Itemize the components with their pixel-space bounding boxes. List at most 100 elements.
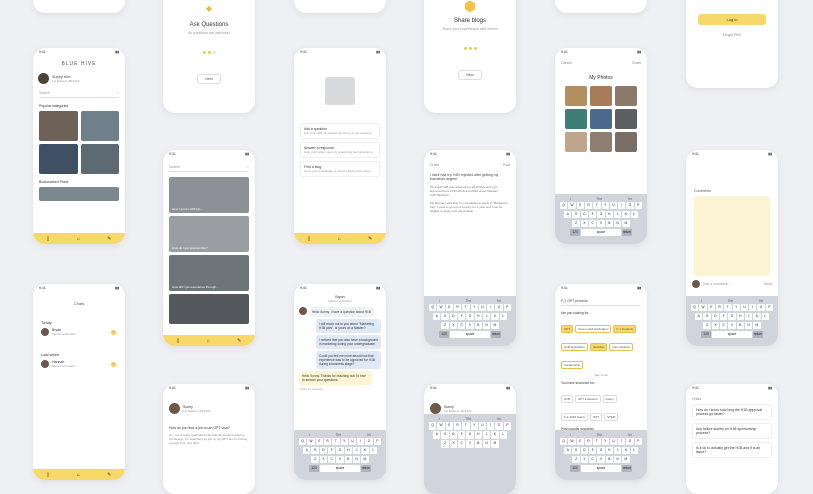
key[interactable]: D: [449, 312, 458, 321]
key[interactable]: C: [458, 321, 466, 330]
key[interactable]: L: [630, 210, 638, 219]
key[interactable]: U: [609, 201, 618, 210]
key[interactable]: O: [495, 303, 503, 312]
key[interactable]: M: [753, 321, 761, 330]
search-input[interactable]: Search ⌕: [39, 91, 119, 98]
key[interactable]: P: [503, 422, 511, 430]
edit-icon[interactable]: ✎: [107, 236, 111, 242]
filter-chip[interactable]: immunization: [609, 343, 634, 351]
howto-card[interactable]: Answer a response Help your fellow users …: [300, 142, 380, 158]
key[interactable]: I: [749, 303, 757, 312]
key[interactable]: Z: [572, 455, 580, 464]
key[interactable]: F: [328, 446, 336, 455]
key[interactable]: Y: [732, 303, 740, 312]
key[interactable]: G: [466, 431, 474, 439]
key[interactable]: O: [495, 422, 503, 430]
key[interactable]: C: [720, 321, 728, 330]
key[interactable]: I: [487, 422, 495, 430]
key[interactable]: Y: [601, 437, 609, 446]
photo-thumb[interactable]: [565, 109, 587, 129]
back-link[interactable]: Chats: [430, 163, 439, 167]
faq-card[interactable]: Any failure stories on H1B sponsorship p…: [692, 423, 772, 439]
category-tile[interactable]: [39, 111, 78, 141]
key[interactable]: X: [711, 321, 720, 330]
search-tag[interactable]: F-1 2019 status: [561, 413, 588, 421]
key[interactable]: Q: [299, 437, 307, 446]
key[interactable]: D: [580, 210, 589, 219]
filter-chip[interactable]: F-1 students: [613, 325, 637, 333]
key[interactable]: I: [618, 201, 626, 210]
key[interactable]: T: [462, 303, 470, 312]
key[interactable]: E: [576, 201, 584, 210]
key[interactable]: T: [593, 201, 601, 210]
faq-card[interactable]: How do I know how long the H1B approval …: [692, 404, 772, 420]
key[interactable]: B: [474, 321, 482, 330]
key[interactable]: M: [622, 455, 630, 464]
howto-card[interactable]: Find a blog Grow your knowledge of variou…: [300, 161, 380, 177]
key[interactable]: X: [580, 219, 589, 228]
feed-card[interactable]: How do I get sponsorship?: [169, 216, 249, 252]
filter-chip[interactable]: residentship: [561, 361, 584, 369]
edit-icon[interactable]: ✎: [368, 236, 372, 242]
key[interactable]: V: [597, 455, 605, 464]
key[interactable]: S: [572, 446, 580, 455]
key[interactable]: W: [699, 303, 707, 312]
key[interactable]: P: [634, 437, 642, 446]
key[interactable]: B: [736, 321, 744, 330]
home-icon[interactable]: ⌂: [77, 472, 80, 478]
key[interactable]: S: [572, 210, 580, 219]
key[interactable]: X: [449, 440, 458, 448]
key[interactable]: W: [437, 422, 445, 430]
avatar[interactable]: [38, 73, 49, 84]
chat-item[interactable]: Hannah Mentor at Fintech: [41, 360, 117, 368]
phone-icon[interactable]: ▯: [308, 236, 311, 242]
key[interactable]: T: [462, 422, 470, 430]
key[interactable]: O: [626, 201, 634, 210]
key[interactable]: K: [622, 446, 630, 455]
photo-thumb[interactable]: [615, 132, 637, 152]
key[interactable]: O: [365, 437, 373, 446]
key[interactable]: P: [373, 437, 381, 446]
chat-item[interactable]: Bryan Mentor at Bumble: [41, 328, 117, 336]
key[interactable]: T: [332, 437, 340, 446]
key[interactable]: L: [630, 446, 638, 455]
next-button[interactable]: Next: [458, 70, 482, 80]
key[interactable]: C: [328, 455, 336, 464]
key[interactable]: V: [466, 321, 474, 330]
key[interactable]: Q: [691, 303, 699, 312]
feed-card[interactable]: How did I get experience through...: [169, 255, 249, 291]
key[interactable]: V: [466, 440, 474, 448]
search-tag[interactable]: OPT extension: [574, 395, 601, 403]
key[interactable]: M: [491, 440, 499, 448]
key[interactable]: O: [626, 437, 634, 446]
search-input[interactable]: Search ⌕: [169, 165, 249, 172]
key[interactable]: H: [474, 312, 482, 321]
key[interactable]: W: [307, 437, 315, 446]
photo-thumb[interactable]: [615, 109, 637, 129]
search-tag[interactable]: lottery: [602, 395, 617, 403]
feed-card[interactable]: [169, 294, 249, 324]
search-tag[interactable]: H1B: [561, 395, 573, 403]
key[interactable]: U: [348, 437, 357, 446]
key[interactable]: A: [303, 446, 311, 455]
key[interactable]: H: [605, 446, 613, 455]
edit-icon[interactable]: ✎: [107, 472, 111, 478]
back-link[interactable]: Chats: [692, 397, 772, 401]
home-icon[interactable]: ⌂: [77, 236, 80, 242]
key[interactable]: S: [441, 431, 449, 439]
photo-thumb[interactable]: [590, 86, 612, 106]
key[interactable]: L: [499, 431, 507, 439]
key[interactable]: R: [453, 303, 462, 312]
forgot-pin-link[interactable]: Forgot PIN?: [686, 33, 778, 37]
key[interactable]: Y: [340, 437, 348, 446]
key[interactable]: H: [605, 210, 613, 219]
key[interactable]: L: [369, 446, 377, 455]
key[interactable]: Y: [470, 422, 478, 430]
home-icon[interactable]: ⌂: [207, 338, 210, 344]
key[interactable]: U: [609, 437, 618, 446]
key[interactable]: J: [613, 446, 622, 455]
comment-input[interactable]: Add a comment...: [703, 282, 761, 286]
key[interactable]: T: [724, 303, 732, 312]
key[interactable]: J: [352, 446, 361, 455]
key[interactable]: A: [433, 431, 441, 439]
